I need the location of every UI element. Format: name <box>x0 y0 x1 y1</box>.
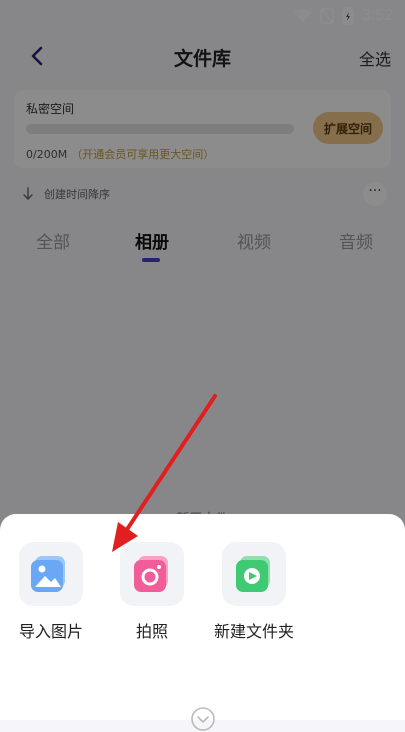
folder-play-icon <box>236 556 270 592</box>
take-photo-action[interactable]: 拍照 <box>107 542 197 642</box>
new-folder-tile[interactable] <box>222 542 286 606</box>
import-image-action[interactable]: 导入图片 <box>6 542 96 642</box>
camera-icon <box>134 556 168 592</box>
take-photo-tile[interactable] <box>120 542 184 606</box>
new-folder-action[interactable]: 新建文件夹 <box>209 542 299 642</box>
chevron-down-icon[interactable] <box>190 706 216 732</box>
import-image-tile[interactable] <box>19 542 83 606</box>
new-folder-label: 新建文件夹 <box>213 622 294 641</box>
action-sheet: 导入图片 拍照 新建文件夹 <box>0 514 405 731</box>
image-icon <box>31 556 65 592</box>
import-image-label: 导入图片 <box>18 622 83 641</box>
take-photo-label: 拍照 <box>135 622 168 641</box>
